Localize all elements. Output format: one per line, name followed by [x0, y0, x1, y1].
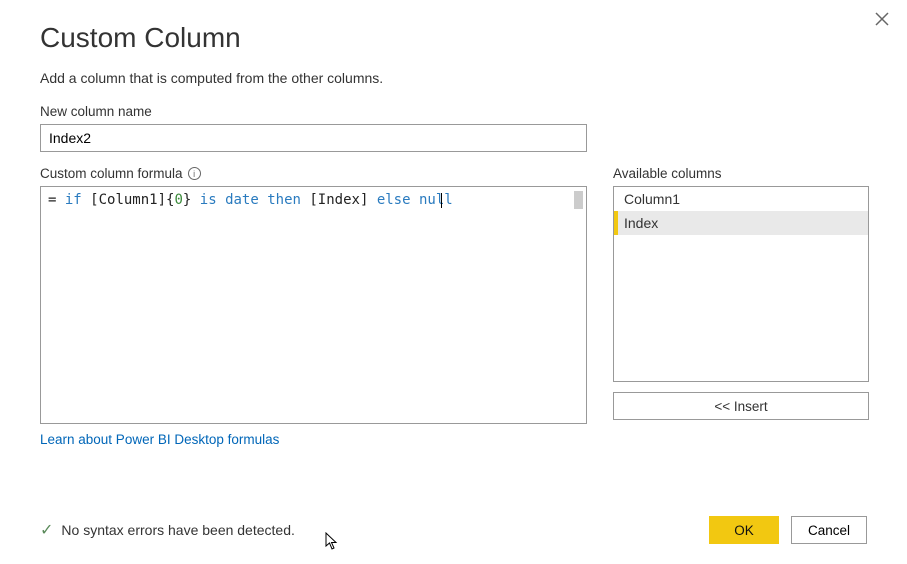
- tok-else: else: [377, 192, 411, 208]
- custom-column-dialog: Custom Column Add a column that is compu…: [0, 0, 907, 469]
- tok-null-part2: l: [444, 192, 452, 208]
- formula-prefix: =: [48, 192, 65, 208]
- formula-label-text: Custom column formula: [40, 166, 183, 181]
- tok-if: if: [65, 192, 82, 208]
- tok-date: date: [225, 192, 259, 208]
- tok-zero: 0: [174, 192, 182, 208]
- available-columns-label: Available columns: [613, 166, 869, 181]
- status-text: No syntax errors have been detected.: [61, 522, 294, 538]
- dialog-footer: ✓ No syntax errors have been detected. O…: [40, 516, 867, 544]
- close-icon[interactable]: [875, 10, 889, 31]
- info-icon[interactable]: i: [188, 167, 201, 180]
- dialog-title: Custom Column: [40, 22, 867, 54]
- list-item[interactable]: Column1: [614, 187, 868, 211]
- ok-button[interactable]: OK: [709, 516, 779, 544]
- button-row: OK Cancel: [709, 516, 867, 544]
- cancel-button[interactable]: Cancel: [791, 516, 867, 544]
- name-label: New column name: [40, 104, 867, 119]
- column-name-input[interactable]: [40, 124, 587, 152]
- learn-link[interactable]: Learn about Power BI Desktop formulas: [40, 432, 279, 447]
- dialog-subtitle: Add a column that is computed from the o…: [40, 70, 867, 86]
- mouse-cursor-icon: [325, 532, 339, 555]
- tok-is: is: [200, 192, 217, 208]
- tok-then: then: [267, 192, 301, 208]
- text-caret: [441, 193, 442, 208]
- formula-editor[interactable]: = if [Column1]{0} is date then [Index] e…: [40, 186, 587, 424]
- available-columns-list[interactable]: Column1 Index: [613, 186, 869, 382]
- insert-button[interactable]: << Insert: [613, 392, 869, 420]
- check-icon: ✓: [40, 520, 53, 540]
- tok-column1: [Column1]: [90, 192, 166, 208]
- status-row: ✓ No syntax errors have been detected.: [40, 520, 295, 540]
- tok-index: [Index]: [309, 192, 368, 208]
- list-item[interactable]: Index: [614, 211, 868, 235]
- formula-label: Custom column formula i: [40, 166, 587, 181]
- scrollbar-thumb[interactable]: [574, 191, 583, 209]
